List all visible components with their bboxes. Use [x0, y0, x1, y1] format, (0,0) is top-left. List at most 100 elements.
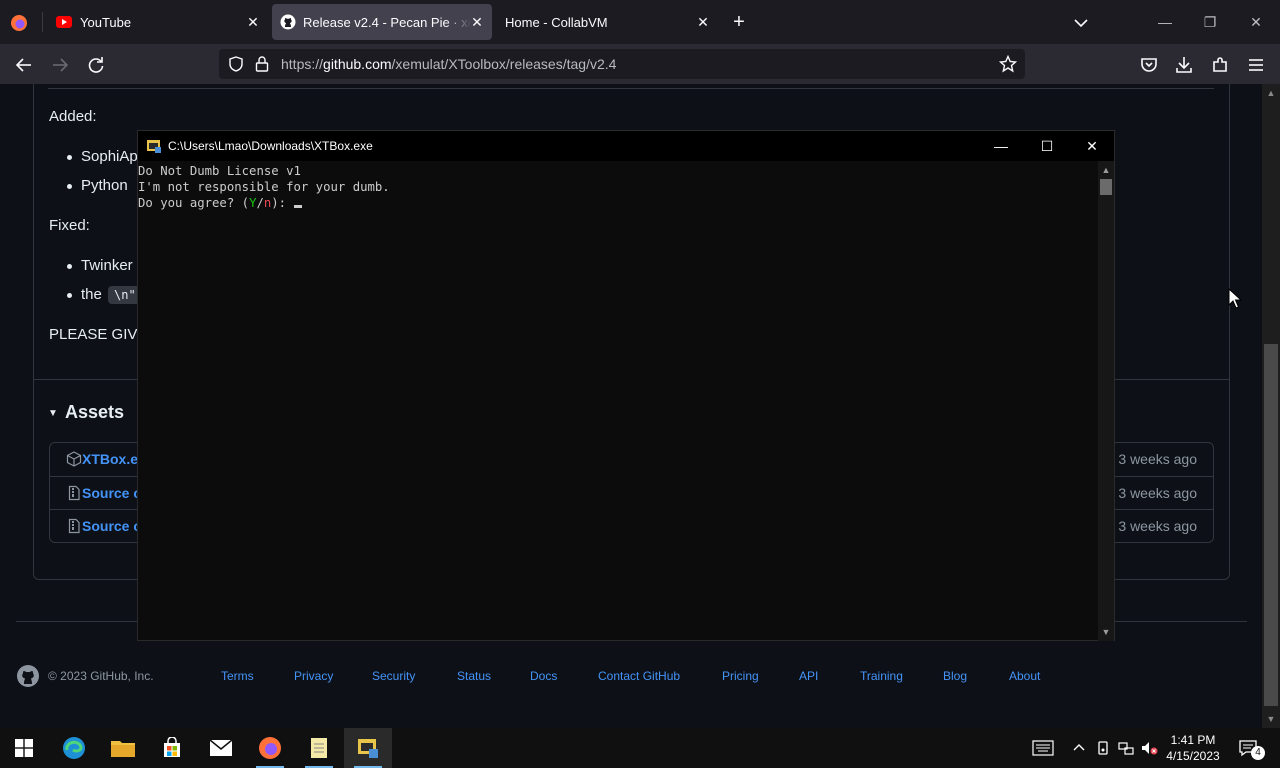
- tab-youtube[interactable]: YouTube ✕: [46, 4, 268, 40]
- console-title: C:\Users\Lmao\Downloads\XTBox.exe: [168, 139, 373, 153]
- footer-link-api[interactable]: API: [799, 669, 818, 683]
- bookmark-star-icon[interactable]: [999, 55, 1017, 73]
- shield-icon[interactable]: [228, 56, 244, 72]
- volume-muted-icon[interactable]: [1140, 739, 1158, 757]
- disclosure-caret-icon[interactable]: ▼: [48, 408, 58, 419]
- close-tab-icon[interactable]: ✕: [468, 13, 486, 31]
- console-close-icon[interactable]: ✕: [1069, 131, 1115, 161]
- youtube-icon: [56, 16, 72, 28]
- taskbar-xtbox-console[interactable]: [344, 728, 392, 768]
- fixed-heading: Fixed:: [49, 217, 90, 234]
- prompt-suffix: ):: [271, 196, 294, 211]
- console-line: Do Not Dumb License v1: [138, 164, 301, 178]
- bullet: [67, 293, 72, 298]
- console-minimize-icon[interactable]: —: [978, 131, 1024, 161]
- footer-link-training[interactable]: Training: [860, 669, 903, 683]
- console-titlebar[interactable]: C:\Users\Lmao\Downloads\XTBox.exe — ☐ ✕: [138, 131, 1114, 161]
- taskbar-edge[interactable]: [50, 728, 98, 768]
- tab-github-release[interactable]: Release v2.4 - Pecan Pie · xemulat ✕: [272, 4, 492, 40]
- console-prompt: Do you agree? (Y/n):: [138, 195, 1098, 211]
- keyboard-layout-icon[interactable]: [1032, 739, 1054, 757]
- taskbar-store[interactable]: [148, 728, 196, 768]
- asset-time: 3 weeks ago: [1118, 451, 1197, 467]
- pocket-icon[interactable]: [1138, 54, 1160, 76]
- taskbar-clock[interactable]: 1:41 PM 4/15/2023: [1160, 732, 1226, 764]
- new-tab-icon[interactable]: +: [728, 11, 750, 33]
- chevron-down-icon[interactable]: [1070, 12, 1092, 34]
- footer-link-docs[interactable]: Docs: [530, 669, 557, 683]
- package-icon: [66, 451, 82, 467]
- file-zip-icon: [68, 485, 80, 501]
- asset-time: 3 weeks ago: [1118, 518, 1197, 534]
- asset-time: 3 weeks ago: [1118, 485, 1197, 501]
- footer-link-blog[interactable]: Blog: [943, 669, 967, 683]
- footer-link-about[interactable]: About: [1009, 669, 1040, 683]
- scroll-up-icon[interactable]: ▲: [1266, 88, 1276, 98]
- mail-icon: [209, 739, 233, 756]
- url-bar[interactable]: https://github.com/xemulat/XToolbox/rele…: [219, 49, 1025, 79]
- taskbar-mail[interactable]: [197, 728, 245, 768]
- scrollbar-thumb[interactable]: [1264, 344, 1278, 706]
- plea-text: PLEASE GIVE: [49, 326, 148, 343]
- chevron-up-icon[interactable]: [1070, 739, 1088, 757]
- firefox-icon: [259, 737, 281, 759]
- file-zip-icon: [68, 518, 80, 534]
- scroll-down-icon[interactable]: ▼: [1101, 627, 1111, 637]
- taskbar-notepad[interactable]: [295, 728, 343, 768]
- url-host: github.com: [323, 56, 392, 72]
- start-button[interactable]: [0, 728, 48, 768]
- console-app-icon: [358, 739, 378, 758]
- text-cursor: [293, 205, 302, 209]
- footer-link-contact[interactable]: Contact GitHub: [598, 669, 680, 683]
- asset-link[interactable]: Source c: [82, 485, 141, 501]
- footer-link-pricing[interactable]: Pricing: [722, 669, 759, 683]
- close-tab-icon[interactable]: ✕: [244, 13, 262, 31]
- device-icon[interactable]: [1094, 739, 1112, 757]
- back-icon[interactable]: [13, 54, 35, 76]
- url-path: /xemulat/XToolbox/releases/tag/v2.4: [391, 56, 617, 72]
- restore-icon[interactable]: ❐: [1200, 12, 1220, 32]
- browser-navbar: https://github.com/xemulat/XToolbox/rele…: [0, 44, 1280, 84]
- console-app-icon: [147, 140, 161, 153]
- downloads-icon[interactable]: [1173, 54, 1195, 76]
- fixed-item: Twinker: [81, 257, 133, 274]
- scroll-down-icon[interactable]: ▼: [1266, 714, 1276, 724]
- windows-logo-icon: [15, 739, 33, 757]
- extensions-icon[interactable]: [1209, 54, 1231, 76]
- tab-collabvm[interactable]: Home - CollabVM ✕: [496, 4, 718, 40]
- windows-taskbar: 1:41 PM 4/15/2023 4: [0, 728, 1280, 768]
- taskbar-file-explorer[interactable]: [99, 728, 147, 768]
- taskbar-firefox[interactable]: [246, 728, 294, 768]
- close-window-icon[interactable]: ✕: [1246, 12, 1266, 32]
- asset-link[interactable]: Source c: [82, 518, 141, 534]
- page-scrollbar[interactable]: ▲ ▼: [1262, 84, 1280, 728]
- notification-count-badge: 4: [1251, 746, 1265, 760]
- minimize-icon[interactable]: —: [1155, 12, 1175, 32]
- footer-link-terms[interactable]: Terms: [221, 669, 254, 683]
- footer-link-status[interactable]: Status: [457, 669, 491, 683]
- scroll-up-icon[interactable]: ▲: [1101, 165, 1111, 175]
- console-scrollbar[interactable]: ▲ ▼: [1098, 161, 1114, 641]
- footer-link-security[interactable]: Security: [372, 669, 415, 683]
- prompt-slash: /: [256, 196, 264, 211]
- hamburger-menu-icon[interactable]: [1245, 54, 1267, 76]
- desktop: YouTube ✕ Release v2.4 - Pecan Pie · xem…: [0, 0, 1280, 768]
- clock-time: 1:41 PM: [1170, 733, 1216, 747]
- console-output[interactable]: Do Not Dumb License v1 I'm not responsibl…: [138, 163, 1098, 641]
- forward-icon[interactable]: [49, 54, 71, 76]
- network-icon[interactable]: [1117, 739, 1135, 757]
- scrollbar-thumb[interactable]: [1100, 179, 1112, 195]
- reload-icon[interactable]: [85, 54, 107, 76]
- assets-heading[interactable]: Assets: [65, 402, 124, 423]
- browser-tabbar: YouTube ✕ Release v2.4 - Pecan Pie · xem…: [0, 0, 1280, 44]
- console-maximize-icon[interactable]: ☐: [1024, 131, 1070, 161]
- lock-icon[interactable]: [255, 55, 269, 73]
- firefox-view-icon[interactable]: [8, 12, 30, 34]
- url-scheme: https://: [281, 56, 324, 72]
- footer-link-privacy[interactable]: Privacy: [294, 669, 333, 683]
- url-text[interactable]: https://github.com/xemulat/XToolbox/rele…: [281, 56, 616, 72]
- close-tab-icon[interactable]: ✕: [694, 13, 712, 31]
- github-logo-icon[interactable]: [16, 664, 40, 688]
- bullet: [67, 184, 72, 189]
- console-window[interactable]: C:\Users\Lmao\Downloads\XTBox.exe — ☐ ✕ …: [137, 130, 1115, 641]
